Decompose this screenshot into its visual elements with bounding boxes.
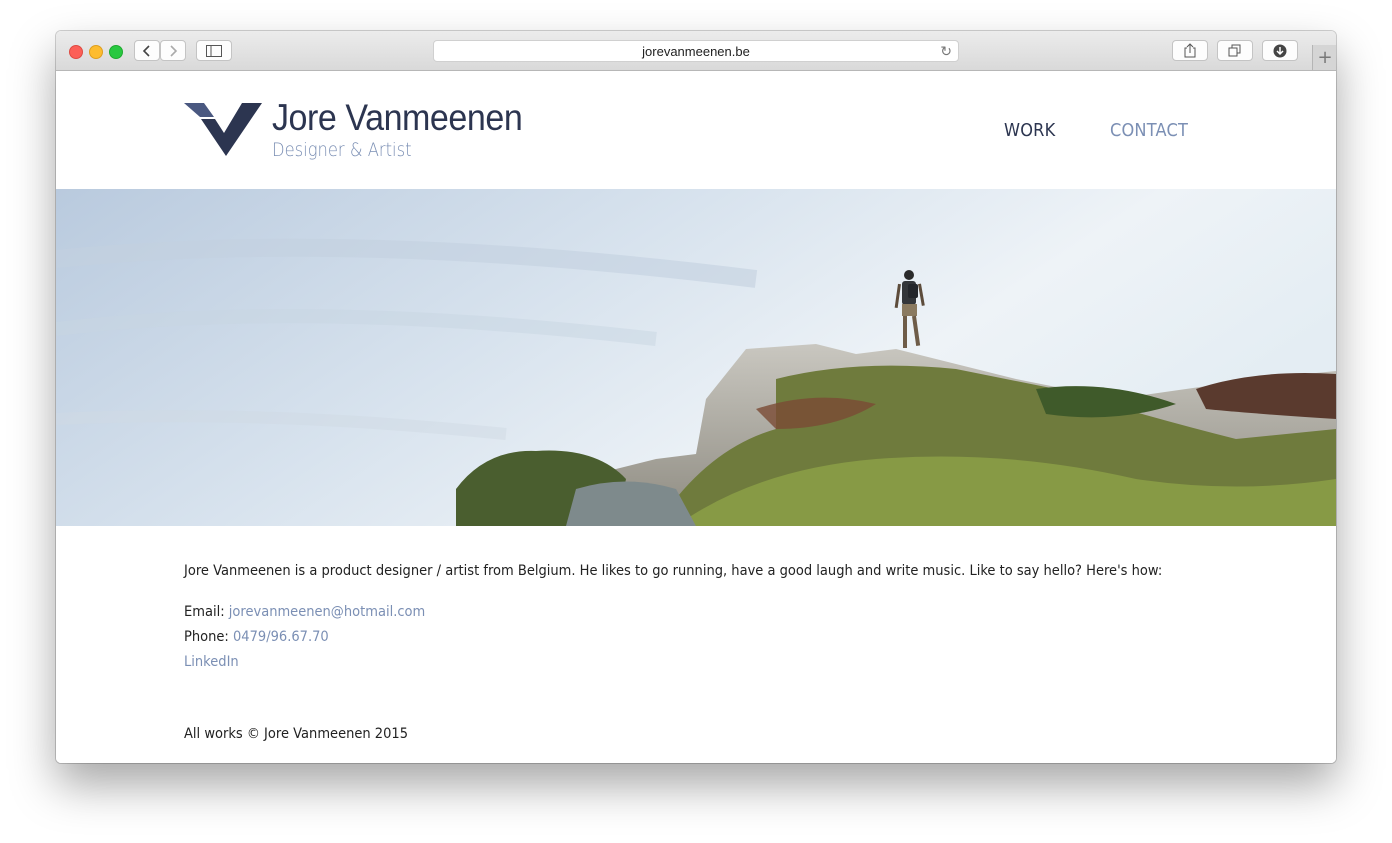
- close-window-button[interactable]: [69, 45, 83, 59]
- phone-line: Phone: 0479/96.67.70: [184, 629, 329, 645]
- logo-mark-icon: [184, 103, 262, 156]
- tabs-overview-button[interactable]: [1217, 40, 1253, 61]
- sidebar-button[interactable]: [196, 40, 232, 61]
- url-text: jorevanmeenen.be: [642, 43, 750, 59]
- bio-text: Jore Vanmeenen is a product designer / a…: [184, 563, 1163, 579]
- linkedin-line: LinkedIn: [184, 654, 239, 670]
- minimize-window-button[interactable]: [89, 45, 103, 59]
- email-label: Email:: [184, 604, 229, 620]
- phone-label: Phone:: [184, 629, 233, 645]
- chevron-left-icon: [142, 44, 150, 57]
- hiker-on-rock-photo: [56, 189, 1336, 526]
- address-bar[interactable]: jorevanmeenen.be ↻: [433, 40, 959, 62]
- download-icon: [1273, 44, 1287, 57]
- tabs-icon: [1228, 44, 1241, 57]
- nav-work[interactable]: WORK: [1004, 120, 1055, 141]
- zoom-window-button[interactable]: [109, 45, 123, 59]
- share-icon: [1184, 43, 1196, 58]
- browser-window: jorevanmeenen.be ↻ + Jore Vanmeenen Desi…: [56, 31, 1336, 763]
- sidebar-icon: [206, 44, 222, 57]
- hero-image: [56, 189, 1336, 526]
- footer-copyright: All works © Jore Vanmeenen 2015: [184, 726, 409, 742]
- back-button[interactable]: [134, 40, 160, 61]
- linkedin-link[interactable]: LinkedIn: [184, 654, 239, 670]
- site-tagline: Designer & Artist: [272, 139, 412, 161]
- email-line: Email: jorevanmeenen@hotmail.com: [184, 604, 425, 620]
- reload-icon[interactable]: ↻: [940, 43, 952, 60]
- web-page: Jore Vanmeenen Designer & Artist WORK CO…: [56, 71, 1336, 763]
- site-name: Jore Vanmeenen: [272, 97, 523, 138]
- chevron-right-icon: [170, 44, 178, 57]
- forward-button[interactable]: [160, 40, 186, 61]
- new-tab-button[interactable]: +: [1312, 45, 1336, 70]
- email-link[interactable]: jorevanmeenen@hotmail.com: [229, 604, 425, 620]
- browser-toolbar: jorevanmeenen.be ↻ +: [56, 31, 1336, 71]
- phone-link[interactable]: 0479/96.67.70: [233, 629, 329, 645]
- share-button[interactable]: [1172, 40, 1208, 61]
- nav-contact[interactable]: CONTACT: [1110, 120, 1188, 141]
- downloads-button[interactable]: [1262, 40, 1298, 61]
